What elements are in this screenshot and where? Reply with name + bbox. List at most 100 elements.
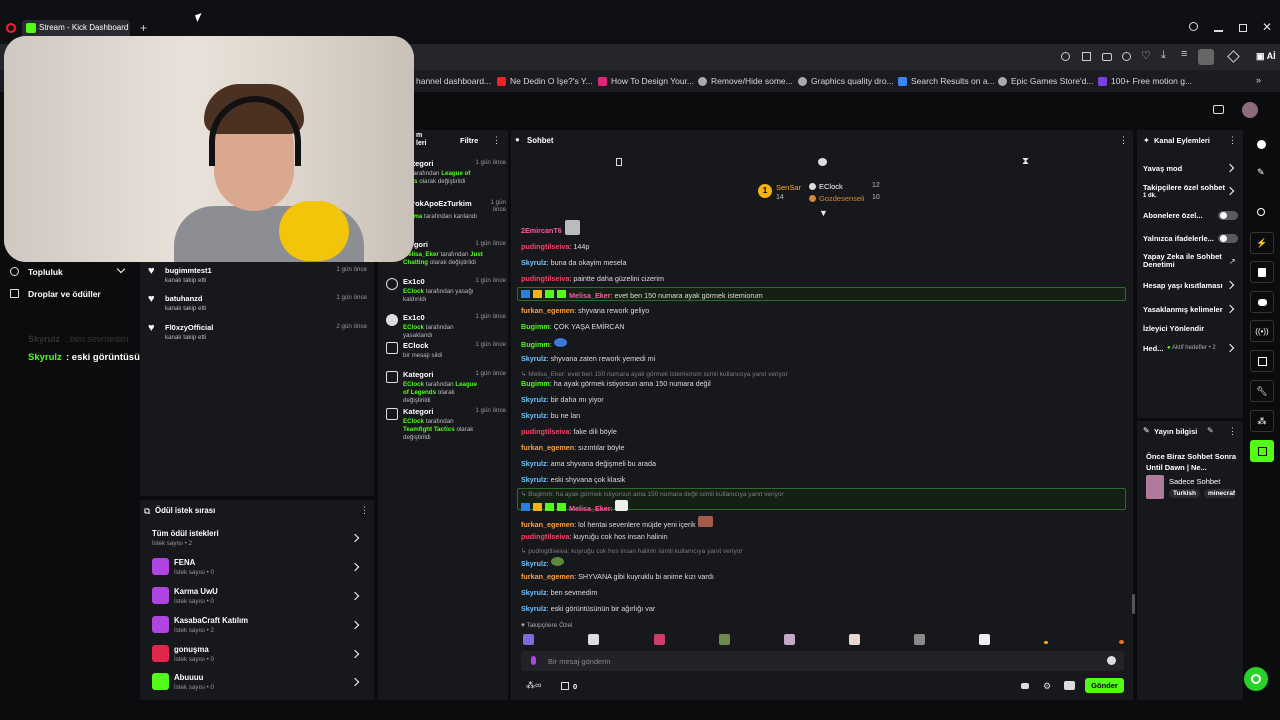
tag-chip[interactable]: Turkish — [1169, 489, 1200, 498]
reward-item[interactable]: KasabaCraft Katılım İstek sayısı • 2 — [152, 614, 364, 642]
chat-user[interactable]: pudingtilseiva — [521, 274, 569, 283]
expand-down-icon[interactable]: ▼ — [819, 208, 828, 218]
edit-icon[interactable] — [1082, 52, 1091, 61]
chat-user[interactable]: Skyrulz — [521, 604, 547, 613]
emote-icon[interactable] — [849, 634, 860, 645]
gift-icon[interactable] — [1064, 681, 1075, 690]
bookmark-item[interactable]: Search Results on a... — [898, 76, 995, 86]
close-window-icon[interactable]: ✕ — [1262, 20, 1272, 34]
browser-tab[interactable]: Stream - Kick Dashboard — [22, 20, 130, 36]
ai-button[interactable]: ▣ Aİ — [1256, 51, 1276, 62]
sidebar-lightning-button[interactable]: ⚡ — [1250, 232, 1274, 254]
camera-icon[interactable] — [1102, 53, 1112, 61]
studio-icon[interactable] — [1213, 105, 1224, 114]
chat-bubble-icon[interactable] — [1021, 683, 1029, 689]
chat-user[interactable]: Melisa_Eker — [569, 504, 611, 513]
minimize-icon[interactable] — [1214, 30, 1223, 32]
reward-item[interactable]: gonuşma İstek sayısı • 0 — [152, 643, 364, 671]
search-icon[interactable] — [1061, 52, 1070, 61]
chat-user[interactable]: Skyrulz — [521, 588, 547, 597]
stream-category[interactable]: Sadece Sohbet — [1169, 477, 1220, 486]
chat-user[interactable]: furkan_egemen — [521, 572, 574, 581]
bookmark-item[interactable]: Epic Games Store'd... — [998, 76, 1093, 86]
pencil-icon[interactable]: ✎ — [1257, 167, 1265, 178]
nav-community[interactable]: Topluluk — [10, 264, 130, 279]
chat-scrollbar[interactable] — [1132, 594, 1135, 614]
sidebar-extension-button[interactable] — [1250, 440, 1274, 462]
chat-user[interactable]: furkan_egemen — [521, 306, 574, 315]
chat-user[interactable]: furkan_egemen — [521, 520, 574, 529]
filter-button[interactable]: Filtre — [460, 136, 478, 145]
toggle-switch[interactable] — [1218, 211, 1238, 220]
reward-all-requests[interactable]: Tüm ödül istekleri İstek sayısı • 2 — [152, 527, 364, 555]
nav-drops[interactable]: Droplar ve ödüller — [10, 287, 130, 301]
points-icon[interactable] — [561, 682, 569, 690]
user-avatar[interactable] — [1242, 102, 1258, 118]
tag-chip[interactable]: minecraf — [1204, 489, 1236, 498]
chat-user[interactable]: pudingtilseiva — [521, 427, 569, 436]
chat-user[interactable]: Skyrulz — [521, 475, 547, 484]
bookmark-item[interactable]: Ne Dedin O İşe?'s Y... — [497, 76, 593, 86]
chat-user[interactable]: Bugimm — [521, 322, 550, 331]
trash-icon[interactable] — [616, 158, 622, 166]
users-icon[interactable]: ⁂∞ — [526, 680, 541, 691]
shield-icon[interactable] — [1122, 52, 1131, 61]
opera-logo-icon[interactable] — [6, 23, 16, 33]
gear-icon[interactable]: ⚙ — [1043, 681, 1051, 692]
sidebar-broadcast-button[interactable]: ((•)) — [1250, 320, 1274, 342]
emote-icon[interactable] — [588, 634, 599, 645]
heart-icon[interactable]: ♡ — [1141, 49, 1151, 62]
menu-icon[interactable]: ≡ — [1181, 48, 1187, 60]
chat-settings-icon[interactable] — [818, 158, 827, 166]
emote-icon[interactable] — [914, 634, 925, 645]
emote-icon[interactable] — [523, 634, 534, 645]
send-button[interactable]: Gönder — [1085, 678, 1124, 693]
more-bookmarks-icon[interactable]: » — [1256, 75, 1261, 85]
emote-icon[interactable] — [654, 634, 665, 645]
sidebar-tools-button[interactable]: 🔧︎ — [1250, 380, 1274, 402]
microphone-icon[interactable] — [531, 656, 536, 665]
chat-input-box[interactable]: Bir mesaj gönderin — [521, 651, 1124, 671]
support-chat-button[interactable] — [1244, 667, 1268, 691]
profile-avatar[interactable] — [1198, 49, 1214, 65]
bookmark-item[interactable]: 100+ Free motion g... — [1098, 76, 1192, 86]
edit-icon[interactable]: ✎ — [1207, 426, 1214, 435]
hourglass-icon[interactable]: ⧗ — [1022, 156, 1029, 167]
sidebar-chat-button[interactable] — [1250, 291, 1274, 313]
emote-icon[interactable] — [1044, 641, 1048, 644]
more-options-icon[interactable]: ⋮ — [1119, 135, 1128, 146]
chat-user[interactable]: furkan_egemen — [521, 443, 574, 452]
new-tab-button[interactable]: + — [140, 21, 147, 35]
toggle-switch[interactable] — [1218, 234, 1238, 243]
emoji-icon[interactable] — [1107, 656, 1116, 665]
download-icon[interactable]: ⤓ — [1161, 49, 1166, 62]
chat-user[interactable]: Skyrulz — [521, 411, 547, 420]
target-icon[interactable] — [1257, 208, 1265, 216]
reward-item[interactable]: FENA İstek sayısı • 0 — [152, 556, 364, 584]
chat-user[interactable]: Melisa_Eker — [569, 291, 611, 300]
chat-user[interactable]: Skyrulz — [521, 258, 547, 267]
sidebar-users-button[interactable]: ⁂ — [1250, 410, 1274, 432]
bookmark-item[interactable]: Graphics quality dro... — [798, 76, 894, 86]
chat-user[interactable]: Skyrulz — [521, 559, 547, 568]
more-options-icon[interactable]: ⋮ — [492, 135, 501, 146]
chat-user[interactable]: Skyrulz — [521, 395, 547, 404]
chat-user[interactable]: Bugimm — [521, 379, 550, 388]
sidebar-cards-button[interactable] — [1250, 261, 1274, 283]
emote-icon[interactable] — [979, 634, 990, 645]
info-icon[interactable] — [1257, 140, 1266, 149]
extensions-icon[interactable] — [1227, 50, 1240, 63]
chat-user[interactable]: 2EmircanT6 — [521, 226, 562, 235]
chat-user[interactable]: Skyrulz — [521, 354, 547, 363]
maximize-icon[interactable] — [1239, 24, 1247, 32]
bookmark-item[interactable]: hannel dashboard... — [416, 76, 491, 86]
emote-icon[interactable] — [719, 634, 730, 645]
follower-item[interactable]: ♥ batuhanzd kanalı takip etti 1 gün önce — [148, 293, 370, 316]
emote-icon[interactable] — [784, 634, 795, 645]
emote-icon[interactable] — [1119, 640, 1124, 644]
chat-user[interactable]: Bugimm — [521, 340, 550, 349]
bookmark-item[interactable]: How To Design Your... — [598, 76, 694, 86]
sidebar-layout-button[interactable] — [1250, 350, 1274, 372]
more-options-icon[interactable]: ⋮ — [1228, 135, 1237, 146]
chat-user[interactable]: pudingtilseiva — [521, 242, 569, 251]
